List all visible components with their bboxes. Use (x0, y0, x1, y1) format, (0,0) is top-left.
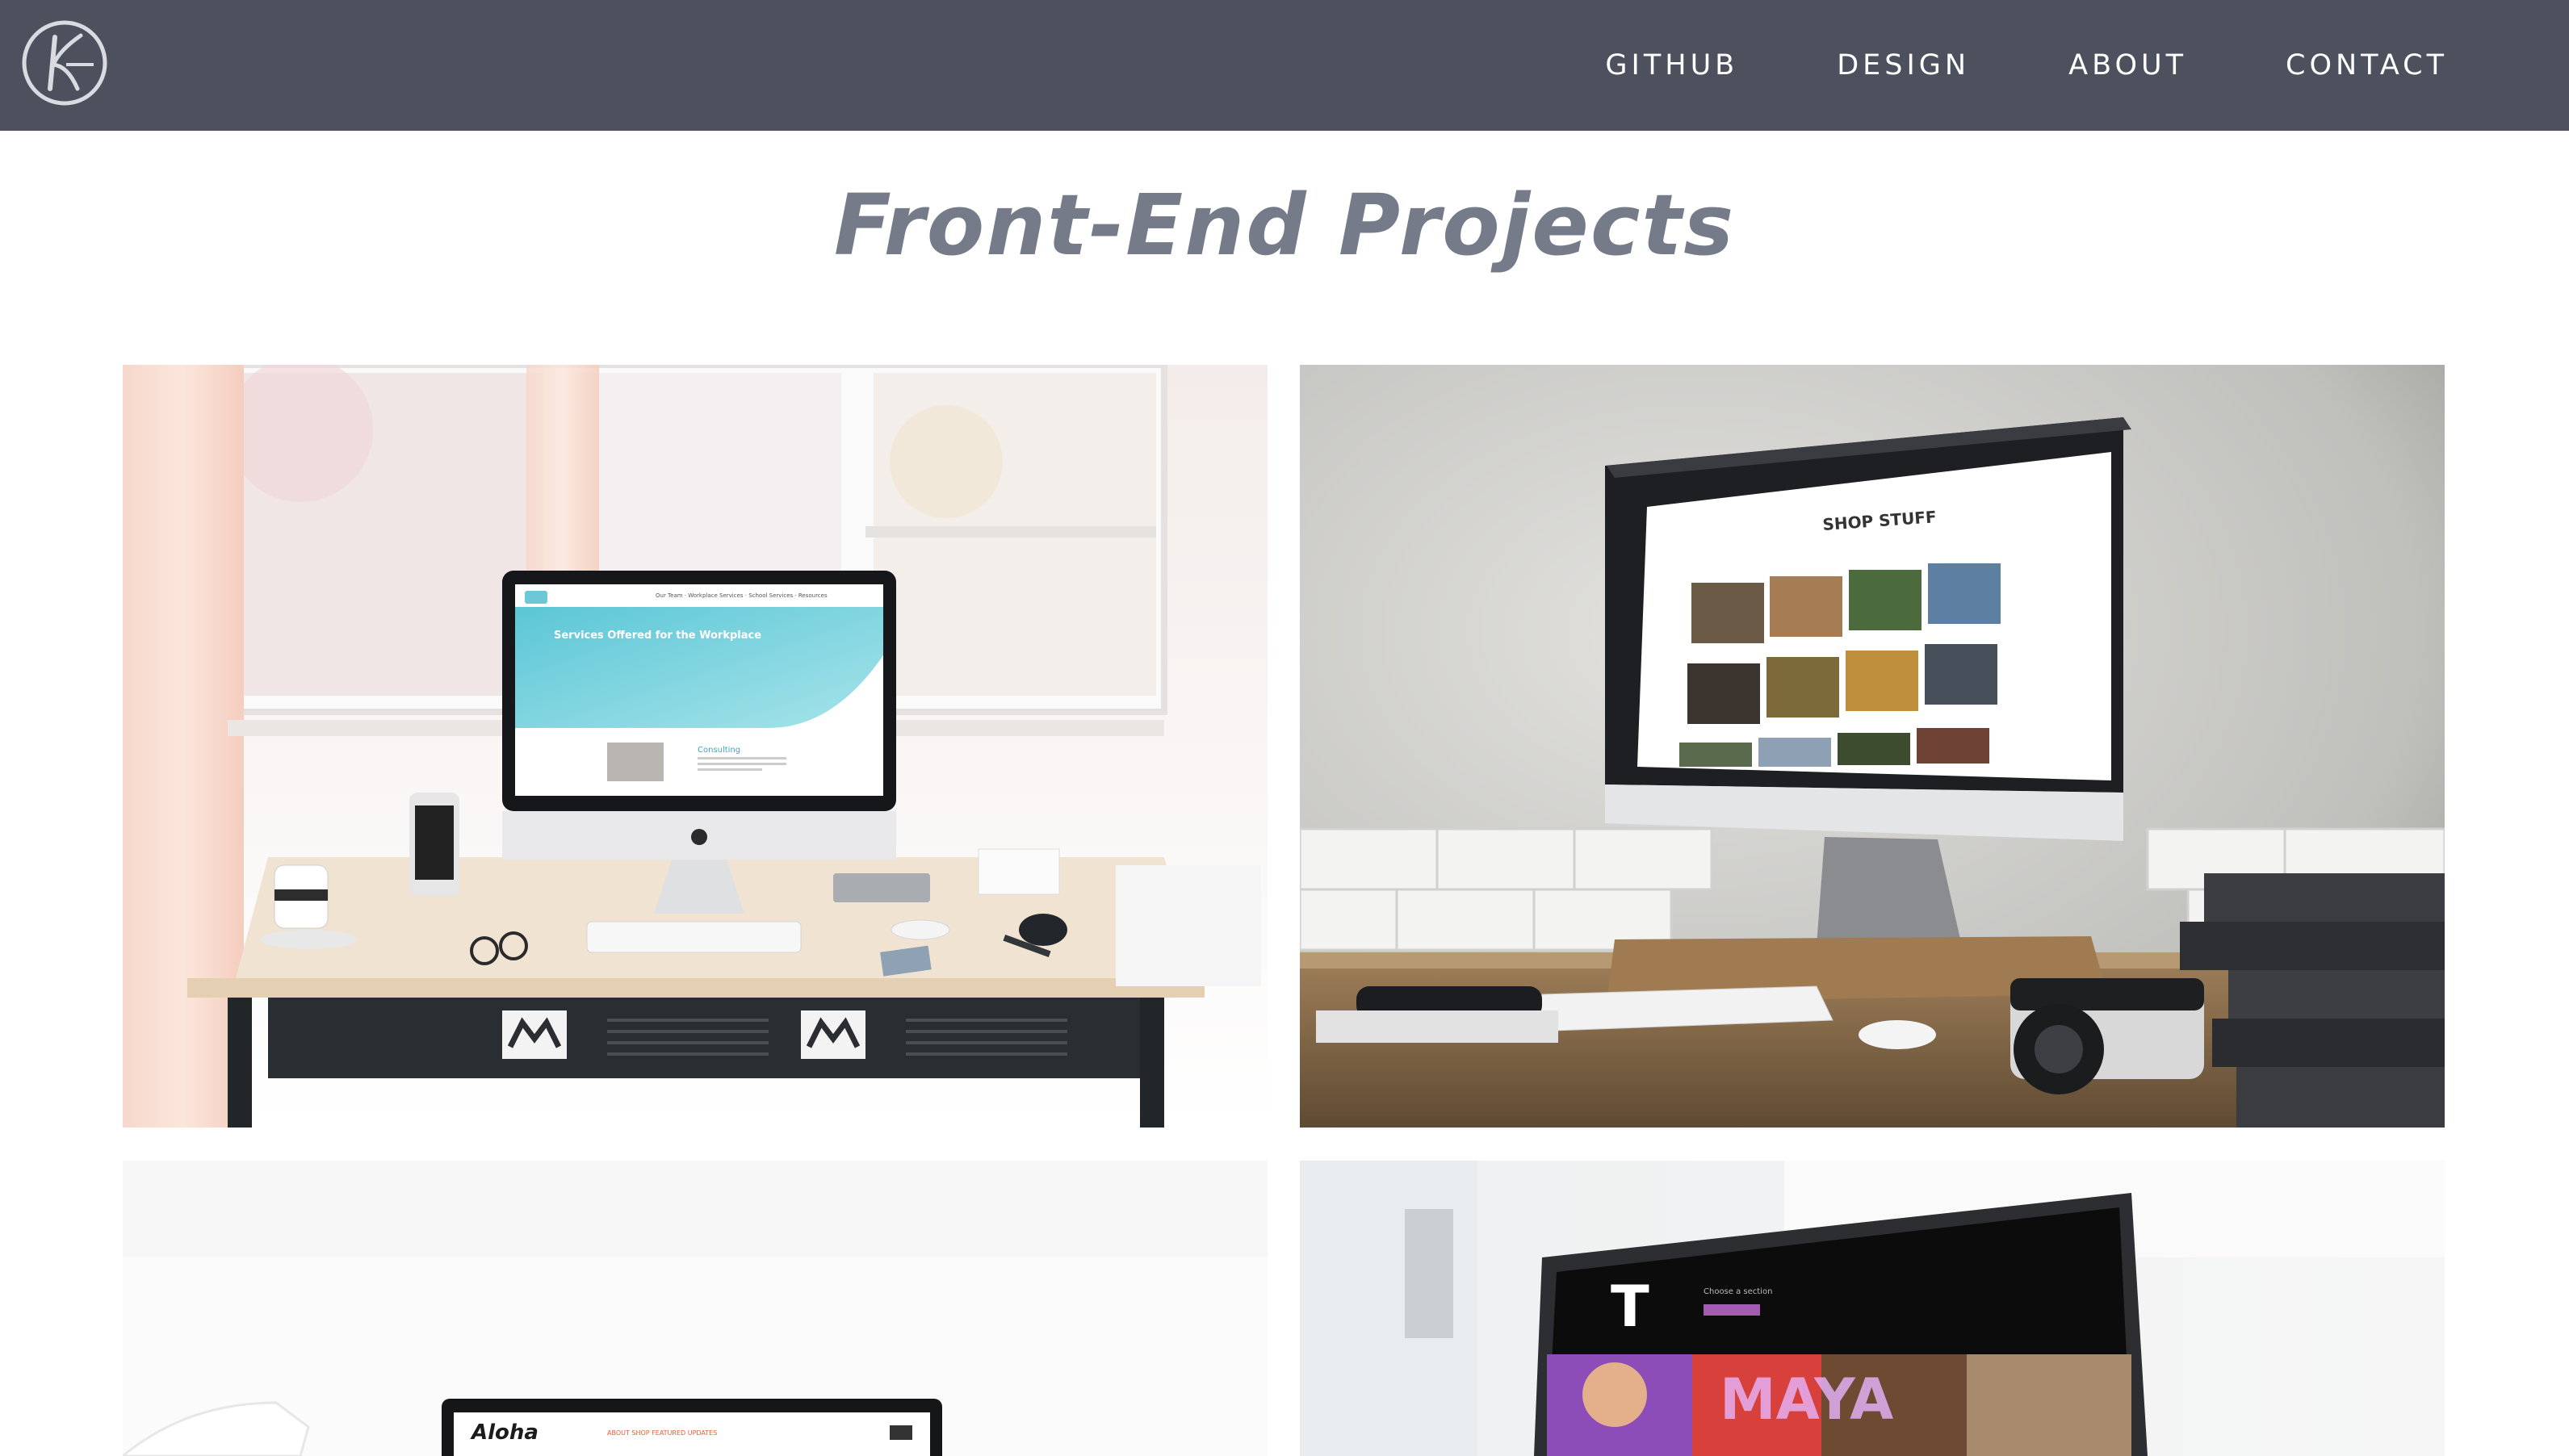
project-card-4[interactable]: T Choose a section MAYA (1300, 1161, 2445, 1456)
project-card-3[interactable]: Aloha ABOUT SHOP FEATURED UPDATES (123, 1161, 1268, 1456)
project-image-2: SHOP STUFF (1300, 365, 2445, 1128)
nav-about-link[interactable]: ABOUT (2068, 49, 2187, 82)
project-image-4: T Choose a section MAYA (1300, 1161, 2445, 1456)
screen-heading-1: Services Offered for the Workplace (554, 630, 761, 642)
svg-text:Our Team · Workplace Services: Our Team · Workplace Services · School S… (656, 592, 828, 599)
screen-brand-3: Aloha (470, 1420, 539, 1445)
nav-contact-link[interactable]: CONTACT (2286, 49, 2448, 82)
main-nav: GITHUB DESIGN ABOUT CONTACT (1507, 0, 2448, 131)
project-image-1: Services Offered for the Workplace Our T… (123, 365, 1268, 1128)
site-header: GITHUB DESIGN ABOUT CONTACT (0, 0, 2569, 131)
screen-section-1: Consulting (698, 746, 740, 755)
svg-text:MAYA: MAYA (1720, 1366, 1893, 1433)
page-title: Front-End Projects (833, 176, 1736, 274)
screen-label-4: Choose a section (1704, 1287, 1772, 1296)
project-card-1[interactable]: Services Offered for the Workplace Our T… (123, 365, 1268, 1128)
logo-icon[interactable] (19, 18, 110, 108)
project-card-2[interactable]: SHOP STUFF (1300, 365, 2445, 1128)
nav-github-link[interactable]: GITHUB (1605, 49, 1738, 82)
project-image-3: Aloha ABOUT SHOP FEATURED UPDATES (123, 1161, 1268, 1456)
svg-text:ABOUT SHOP FEATU: ABOUT SHOP FEATURED UPDATES (607, 1429, 717, 1437)
screen-brand-4: T (1611, 1274, 1649, 1340)
nav-design-link[interactable]: DESIGN (1837, 49, 1970, 82)
